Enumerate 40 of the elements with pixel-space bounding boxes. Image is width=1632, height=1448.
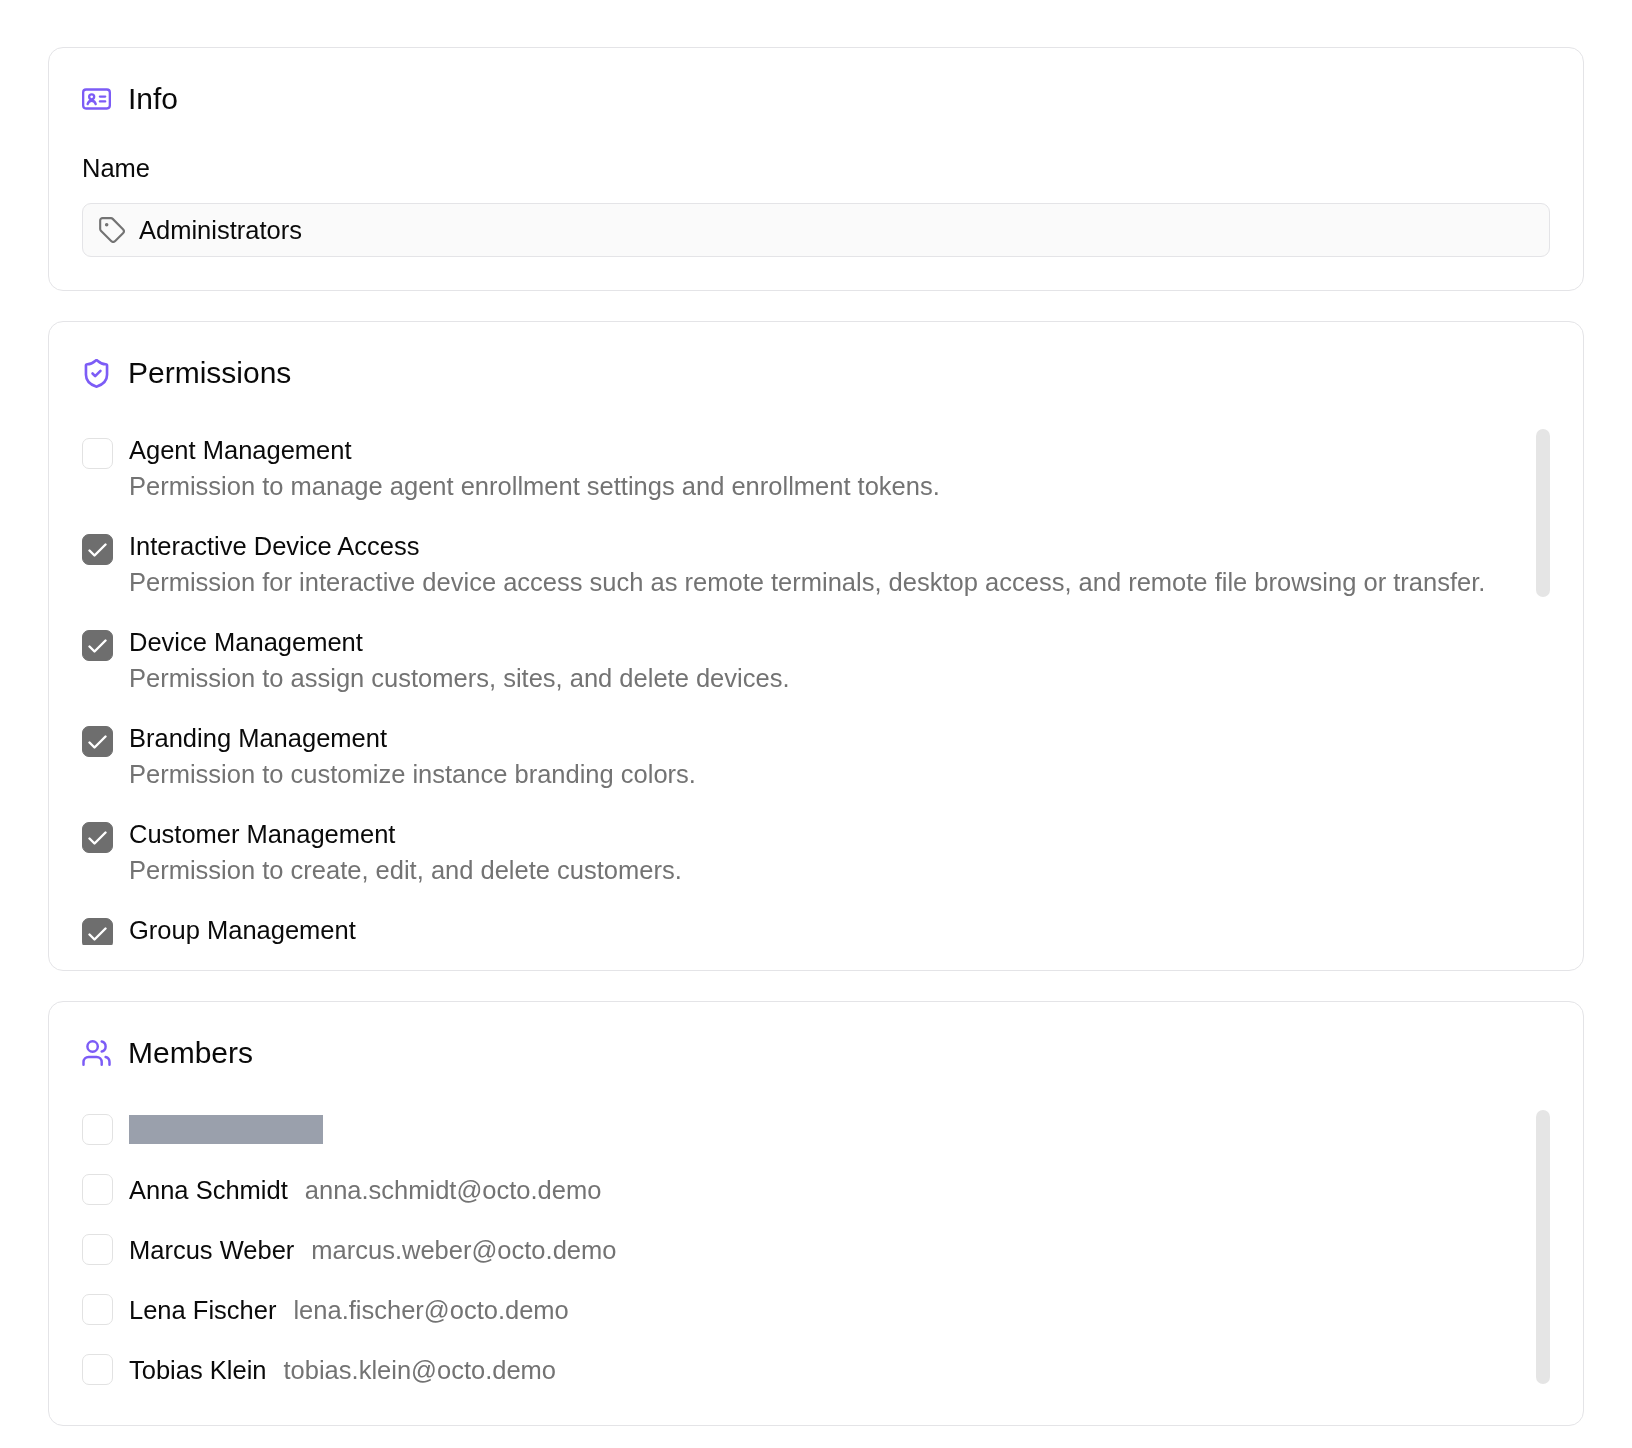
member-email: marcus.weber@octo.demo (311, 1234, 617, 1265)
member-name: Marcus Weber (129, 1234, 295, 1265)
check-icon (88, 830, 107, 845)
permission-description: Permission for interactive device access such as remote terminals, desktop access, and remote file browsing or transfer. (129, 567, 1486, 597)
permission-label: Group Management (129, 915, 356, 945)
permission-description: Permission to customize instance branding colors. (129, 759, 696, 789)
section-title: Info (128, 81, 179, 117)
id-card-icon (82, 88, 111, 110)
check-icon (88, 734, 107, 749)
name-field[interactable]: Administrators (82, 203, 1550, 257)
permission-label: Device Management (129, 627, 364, 657)
users-icon (82, 1040, 111, 1066)
permission-description: Permission to assign customers, sites, and delete devices. (129, 663, 790, 693)
checkbox[interactable] (82, 822, 113, 853)
member-name: Lena Fischer (129, 1294, 277, 1325)
check-icon (88, 926, 107, 941)
checkbox[interactable] (82, 630, 113, 661)
scrollbar-thumb[interactable] (1536, 429, 1550, 597)
section-title: Members (128, 1035, 254, 1071)
check-icon (88, 638, 107, 653)
permission-description: Permission to manage agent enrollment settings and enrollment tokens. (129, 471, 940, 501)
checkbox[interactable] (82, 918, 113, 945)
member-email: tobias.klein@octo.demo (283, 1354, 557, 1385)
section-title: Permissions (128, 355, 292, 391)
scrollbar-thumb[interactable] (1536, 1110, 1550, 1384)
check-icon (88, 542, 107, 557)
member-name: Anna Schmidt (129, 1174, 288, 1205)
permission-label: Customer Management (129, 819, 397, 849)
member-email: anna.schmidt@octo.demo (304, 1174, 602, 1205)
permission-label: Agent Management (129, 435, 353, 465)
member-email: lena.fischer@octo.demo (293, 1294, 569, 1325)
permission-label: Branding Management (129, 723, 388, 753)
permission-label: Interactive Device Access (129, 531, 421, 561)
field-label: Name (82, 153, 152, 183)
shield-check-icon (82, 358, 111, 388)
member-name: Tobias Klein (129, 1354, 267, 1385)
permission-description: Permission to create, edit, and delete customers. (129, 855, 682, 885)
checkbox[interactable] (82, 726, 113, 757)
tag-icon (99, 217, 125, 243)
checkbox[interactable] (82, 534, 113, 565)
